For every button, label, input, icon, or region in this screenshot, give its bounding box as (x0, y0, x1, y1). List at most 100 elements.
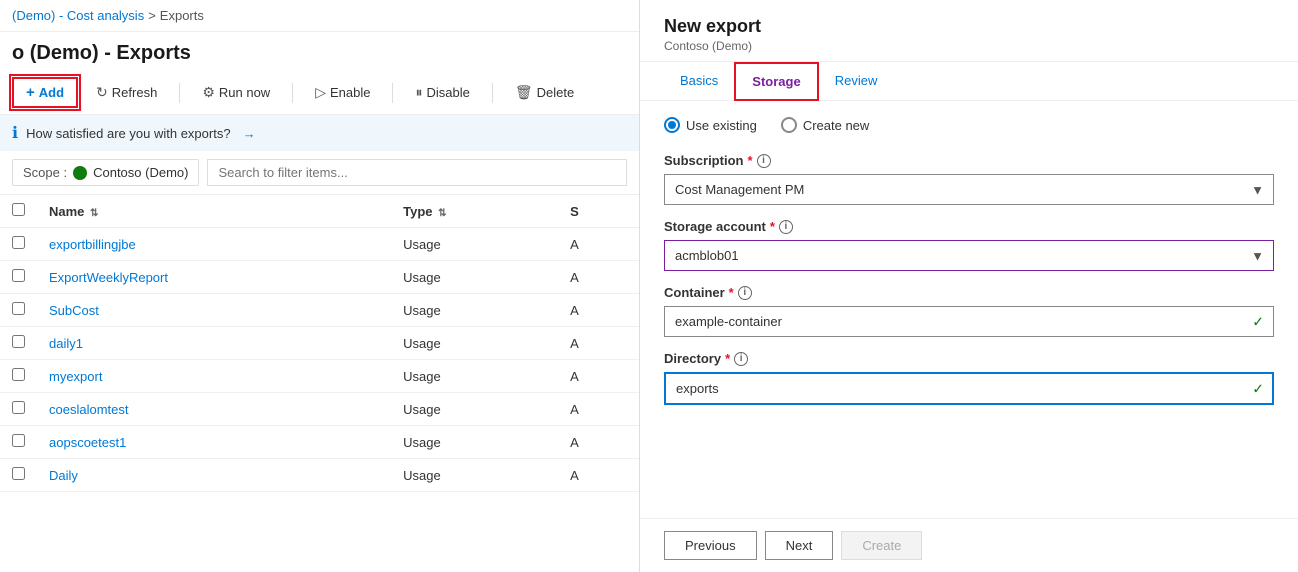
previous-button[interactable]: Previous (664, 531, 757, 560)
row-type-cell: Usage (391, 360, 558, 393)
directory-check-icon: ✓ (1252, 380, 1264, 397)
info-text: How satisfied are you with exports? (26, 126, 230, 141)
table-row: coeslalomtest Usage A (0, 393, 639, 426)
row-status-cell: A (558, 426, 639, 459)
type-sort-icon[interactable]: ⇅ (438, 208, 446, 219)
directory-input[interactable] (664, 372, 1274, 405)
enable-button[interactable]: ▷ Enable (305, 79, 380, 106)
storage-mode-radio-group: Use existing Create new (664, 117, 1274, 133)
table-row: exportbillingjbe Usage A (0, 228, 639, 261)
create-new-label: Create new (803, 118, 869, 133)
row-type-cell: Usage (391, 459, 558, 492)
tab-review[interactable]: Review (819, 63, 894, 100)
row-name-link[interactable]: SubCost (49, 303, 99, 318)
row-name-link[interactable]: ExportWeeklyReport (49, 270, 168, 285)
panel-title: New export (664, 16, 1274, 37)
row-status-cell: A (558, 261, 639, 294)
create-new-radio[interactable] (781, 117, 797, 133)
left-panel: (Demo) - Cost analysis > Exports o (Demo… (0, 0, 640, 572)
row-status-cell: A (558, 360, 639, 393)
next-button[interactable]: Next (765, 531, 834, 560)
row-name-link[interactable]: aopscoetest1 (49, 435, 126, 450)
storage-account-info-icon[interactable]: i (779, 220, 793, 234)
row-name-cell: myexport (37, 360, 391, 393)
scope-button[interactable]: Scope : Contoso (Demo) (12, 159, 199, 186)
info-link[interactable]: → (243, 126, 256, 141)
storage-account-form-group: Storage account * i acmblob01 ▼ (664, 219, 1274, 271)
container-input-wrapper: ✓ (664, 306, 1274, 337)
status-column-header: S (558, 195, 639, 228)
container-info-icon[interactable]: i (738, 286, 752, 300)
tab-basics[interactable]: Basics (664, 63, 734, 100)
row-checkbox[interactable] (12, 269, 25, 282)
row-name-link[interactable]: daily1 (49, 336, 83, 351)
row-name-link[interactable]: exportbillingjbe (49, 237, 136, 252)
use-existing-radio[interactable] (664, 117, 680, 133)
select-all-header (0, 195, 37, 228)
delete-label: Delete (537, 85, 575, 100)
row-checkbox[interactable] (12, 467, 25, 480)
scope-icon (73, 166, 87, 180)
row-name-link[interactable]: coeslalomtest (49, 402, 128, 417)
row-type-cell: Usage (391, 294, 558, 327)
row-name-cell: daily1 (37, 327, 391, 360)
name-sort-icon[interactable]: ⇅ (90, 208, 98, 219)
panel-body: Use existing Create new Subscription * i… (640, 101, 1298, 518)
tab-storage[interactable]: Storage (734, 62, 818, 101)
disable-button[interactable]: ⏸ Disable (405, 79, 479, 106)
run-now-button[interactable]: ⚙ Run now (192, 79, 280, 106)
row-name-link[interactable]: Daily (49, 468, 78, 483)
panel-subtitle: Contoso (Demo) (664, 39, 1274, 53)
container-required: * (729, 285, 734, 300)
row-type-cell: Usage (391, 426, 558, 459)
storage-account-select[interactable]: acmblob01 (664, 240, 1274, 271)
storage-account-required: * (770, 219, 775, 234)
use-existing-option[interactable]: Use existing (664, 117, 757, 133)
row-name-link[interactable]: myexport (49, 369, 102, 384)
subscription-info-icon[interactable]: i (757, 154, 771, 168)
directory-required: * (725, 351, 730, 366)
refresh-button[interactable]: ↻ Refresh (86, 79, 167, 106)
row-name-cell: exportbillingjbe (37, 228, 391, 261)
table-row: daily1 Usage A (0, 327, 639, 360)
type-column-header: Type ⇅ (391, 195, 558, 228)
add-button[interactable]: + Add (12, 77, 78, 108)
container-check-icon: ✓ (1252, 313, 1264, 330)
directory-info-icon[interactable]: i (734, 352, 748, 366)
storage-account-select-wrapper: acmblob01 ▼ (664, 240, 1274, 271)
info-bar: ℹ How satisfied are you with exports? → (0, 115, 639, 151)
exports-table: Name ⇅ Type ⇅ S exportbillingjbe Usage A (0, 195, 639, 492)
row-name-cell: ExportWeeklyReport (37, 261, 391, 294)
row-type-cell: Usage (391, 327, 558, 360)
container-input[interactable] (664, 306, 1274, 337)
row-checkbox[interactable] (12, 302, 25, 315)
table-row: aopscoetest1 Usage A (0, 426, 639, 459)
select-all-checkbox[interactable] (12, 203, 25, 216)
filter-bar: Scope : Contoso (Demo) (0, 151, 639, 195)
info-circle-icon: ℹ (12, 123, 18, 143)
table-row: ExportWeeklyReport Usage A (0, 261, 639, 294)
row-status-cell: A (558, 393, 639, 426)
breadcrumb-parent[interactable]: (Demo) - Cost analysis (12, 8, 144, 23)
subscription-select[interactable]: Cost Management PM (664, 174, 1274, 205)
row-status-cell: A (558, 327, 639, 360)
row-checkbox[interactable] (12, 335, 25, 348)
row-checkbox[interactable] (12, 236, 25, 249)
search-input[interactable] (207, 159, 627, 186)
row-checkbox[interactable] (12, 434, 25, 447)
row-checkbox-cell (0, 426, 37, 459)
create-new-option[interactable]: Create new (781, 117, 869, 133)
table-row: Daily Usage A (0, 459, 639, 492)
refresh-icon: ↻ (96, 84, 108, 101)
table-row: myexport Usage A (0, 360, 639, 393)
toolbar-separator-3 (392, 83, 393, 103)
row-checkbox[interactable] (12, 368, 25, 381)
row-type-cell: Usage (391, 261, 558, 294)
panel-footer: Previous Next Create (640, 518, 1298, 572)
delete-button[interactable]: 🗑 Delete (505, 79, 584, 106)
row-checkbox-cell (0, 459, 37, 492)
enable-icon: ▷ (315, 84, 326, 101)
row-checkbox-cell (0, 327, 37, 360)
subscription-form-group: Subscription * i Cost Management PM ▼ (664, 153, 1274, 205)
row-checkbox[interactable] (12, 401, 25, 414)
